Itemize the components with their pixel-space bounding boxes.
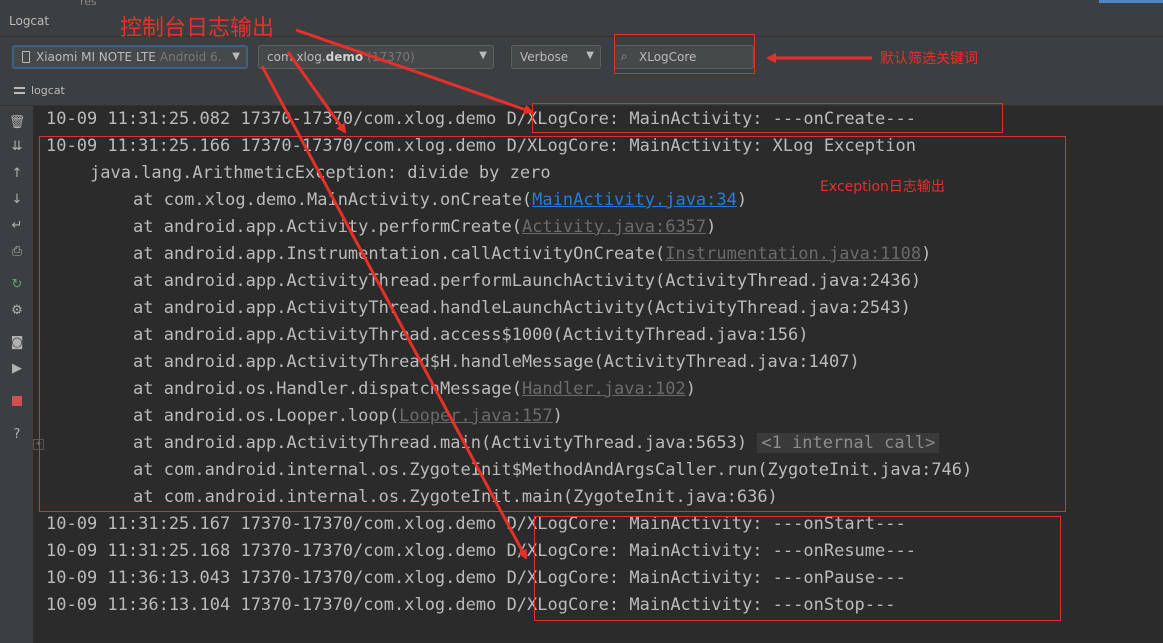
log-line: 10-09 11:31:25.166 17370-17370/com.xlog.… <box>46 136 916 156</box>
tab-logcat[interactable]: logcat <box>14 84 65 97</box>
restart-icon[interactable]: ↻ <box>7 274 27 294</box>
stack-frame: at com.android.internal.os.ZygoteInit$Me… <box>133 460 973 480</box>
process-prefix: com.xlog. <box>267 50 326 64</box>
stack-frame: at com.android.internal.os.ZygoteInit.ma… <box>133 487 778 507</box>
annotation-exception-note: Exception日志输出 <box>820 179 945 195</box>
chevron-down-icon: ▼ <box>479 50 487 61</box>
stop-icon[interactable] <box>7 391 27 411</box>
stack-frame: at android.os.Looper.loop(Looper.java:15… <box>133 406 563 426</box>
source-link[interactable]: MainActivity.java:34 <box>532 190 737 210</box>
stack-frame: at android.app.ActivityThread.performLau… <box>133 271 922 291</box>
logcat-icon <box>14 87 25 94</box>
log-level: Verbose <box>520 50 569 64</box>
down-icon[interactable]: ↓ <box>7 189 27 209</box>
chevron-down-icon: ▼ <box>232 51 240 62</box>
log-line: 10-09 11:31:25.082 17370-17370/com.xlog.… <box>46 109 916 129</box>
log-output[interactable]: 10-09 11:31:25.082 17370-17370/com.xlog.… <box>33 106 1163 643</box>
stack-frame: at android.app.Instrumentation.callActiv… <box>133 244 932 264</box>
project-tree-strip: res <box>0 0 1163 8</box>
stack-frame: at android.app.ActivityThread$H.handleMe… <box>133 352 860 372</box>
annotation-filter-note: 默认筛选关键词 <box>880 51 978 67</box>
help-icon[interactable]: ? <box>7 424 27 444</box>
process-pid: (17370) <box>367 50 415 64</box>
log-line: 10-09 11:31:25.167 17370-17370/com.xlog.… <box>46 514 906 534</box>
log-level-select[interactable]: Verbose ▼ <box>511 45 601 69</box>
device-os: Android 6. <box>159 50 222 64</box>
source-link[interactable]: Activity.java:6357 <box>522 217 706 237</box>
search-input[interactable] <box>639 48 747 66</box>
trash-icon[interactable]: 🗑 <box>7 112 27 132</box>
stack-frame: at android.app.ActivityThread.handleLaun… <box>133 298 911 318</box>
search-icon: ⌕ <box>621 49 628 63</box>
up-icon[interactable]: ↑ <box>7 163 27 183</box>
source-link[interactable]: Instrumentation.java:1108 <box>665 244 921 264</box>
annotation-title: 控制台日志输出 <box>120 16 275 41</box>
device-select[interactable]: Xiaomi MI NOTE LTE Android 6. ▼ <box>12 45 248 69</box>
panel-title: Logcat <box>9 14 50 28</box>
log-line: 10-09 11:31:25.168 17370-17370/com.xlog.… <box>46 541 916 561</box>
stack-frame: at com.xlog.demo.MainActivity.onCreate(M… <box>133 190 748 210</box>
stack-frame: at android.app.ActivityThread.main(Activ… <box>46 430 940 457</box>
fold-toggle-icon[interactable]: + <box>33 439 44 450</box>
log-line: 10-09 11:36:13.104 17370-17370/com.xlog.… <box>46 595 896 615</box>
soft-wrap-icon[interactable]: ↵ <box>7 215 27 235</box>
screenshot-icon[interactable]: ◙ <box>7 332 27 352</box>
tree-item-res[interactable]: res <box>80 0 97 8</box>
logcat-toolbar: Xiaomi MI NOTE LTE Android 6. ▼ com.xlog… <box>0 37 1163 79</box>
source-link[interactable]: Looper.java:157 <box>399 406 553 426</box>
chevron-down-icon: ▼ <box>586 50 594 61</box>
selection-indicator <box>1099 0 1163 3</box>
screen-record-icon[interactable]: ▶ <box>7 358 27 378</box>
logcat-sidebar: 🗑 ⇊ ↑ ↓ ↵ ⎙ ↻ ⚙ ◙ ▶ ? <box>0 106 34 643</box>
process-name: demo <box>325 50 364 64</box>
source-link[interactable]: Handler.java:102 <box>522 379 686 399</box>
process-select[interactable]: com.xlog. demo (17370) ▼ <box>258 45 494 69</box>
print-icon[interactable]: ⎙ <box>7 241 27 261</box>
stack-frame: at android.app.Activity.performCreate(Ac… <box>133 217 717 237</box>
folded-frames[interactable]: <1 internal call> <box>757 433 940 453</box>
tab-logcat-label: logcat <box>31 84 65 97</box>
stack-frame: at android.app.ActivityThread.access$100… <box>133 325 809 345</box>
device-name: Xiaomi MI NOTE LTE <box>36 50 156 64</box>
settings-icon[interactable]: ⚙ <box>7 300 27 320</box>
scroll-to-end-icon[interactable]: ⇊ <box>7 136 27 156</box>
stack-frame: at android.os.Handler.dispatchMessage(Ha… <box>133 379 696 399</box>
tab-row: logcat <box>0 79 1163 106</box>
log-line: 10-09 11:36:13.043 17370-17370/com.xlog.… <box>46 568 906 588</box>
log-search-box[interactable]: ⌕ <box>614 45 754 69</box>
phone-icon <box>22 51 30 63</box>
log-line: java.lang.ArithmeticException: divide by… <box>90 163 551 183</box>
